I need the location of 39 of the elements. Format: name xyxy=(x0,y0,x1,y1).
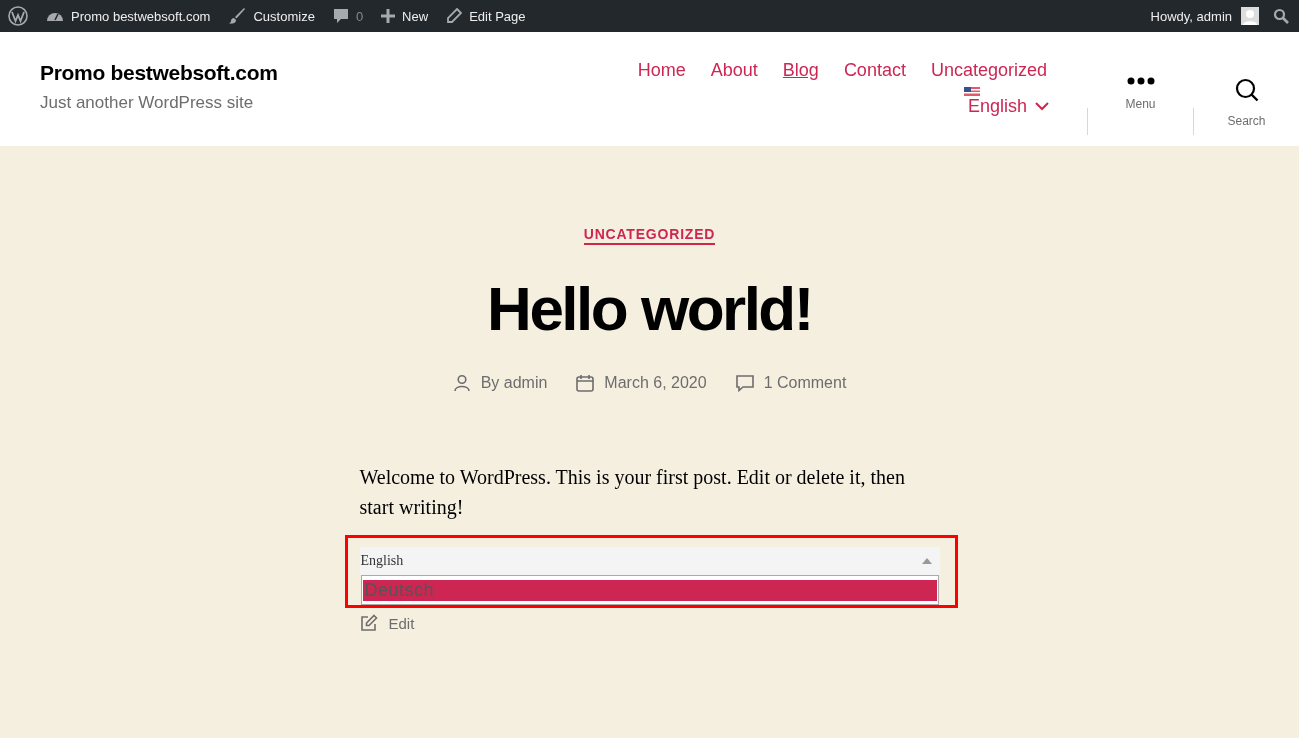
post-title: Hello world! xyxy=(487,273,812,345)
ellipsis-icon xyxy=(1126,77,1155,85)
search-button[interactable]: Search xyxy=(1194,32,1299,128)
post-body: Welcome to WordPress. This is your first post. Edit or delete it, then start writing! xyxy=(359,465,906,521)
avatar-icon xyxy=(1241,7,1259,25)
chevron-down-icon xyxy=(1035,102,1049,111)
calendar-icon xyxy=(576,374,595,393)
admin-bar-link[interactable]: New xyxy=(372,8,438,24)
user-greeting[interactable]: Howdy, admin xyxy=(1141,8,1241,24)
nav-link[interactable]: Contact xyxy=(843,60,906,81)
language-select[interactable]: English xyxy=(359,547,940,576)
post-author[interactable]: By admin xyxy=(480,374,548,393)
comment-bubble-icon xyxy=(332,8,349,24)
menu-button[interactable]: Menu xyxy=(1088,32,1193,111)
admin-bar-link[interactable]: Customize xyxy=(219,7,324,25)
category-link[interactable]: UNCATEGORIZED xyxy=(583,226,716,245)
search-icon[interactable] xyxy=(1273,8,1289,24)
admin-bar-link[interactable]: Edit Page xyxy=(437,8,535,24)
brush-icon xyxy=(228,7,247,25)
comments-link[interactable]: 1 Comment xyxy=(763,374,847,393)
edit-link[interactable]: Edit xyxy=(359,614,940,633)
plus-icon xyxy=(381,9,396,23)
caret-icon xyxy=(921,558,932,565)
nav-link[interactable]: Home xyxy=(637,60,686,81)
post-date[interactable]: March 6, 2020 xyxy=(604,374,707,393)
site-tagline: Just another WordPress site xyxy=(40,93,255,113)
nav-link[interactable]: Blog xyxy=(782,60,819,81)
nav-link[interactable]: Uncategorized xyxy=(930,60,1047,81)
admin-bar-link[interactable]: 0 xyxy=(323,8,373,24)
language-switcher[interactable]: English xyxy=(967,96,1049,117)
pencil-icon xyxy=(446,8,463,24)
nav-link[interactable]: About xyxy=(710,60,758,81)
us-flag-icon xyxy=(963,87,980,96)
edit-icon xyxy=(359,614,378,633)
admin-bar-link[interactable]: Promo bestwebsoft.com xyxy=(37,8,220,24)
comment-icon xyxy=(735,374,754,393)
person-icon xyxy=(452,374,471,393)
search-icon xyxy=(1234,78,1259,102)
site-title[interactable]: Promo bestwebsoft.com xyxy=(40,61,638,85)
